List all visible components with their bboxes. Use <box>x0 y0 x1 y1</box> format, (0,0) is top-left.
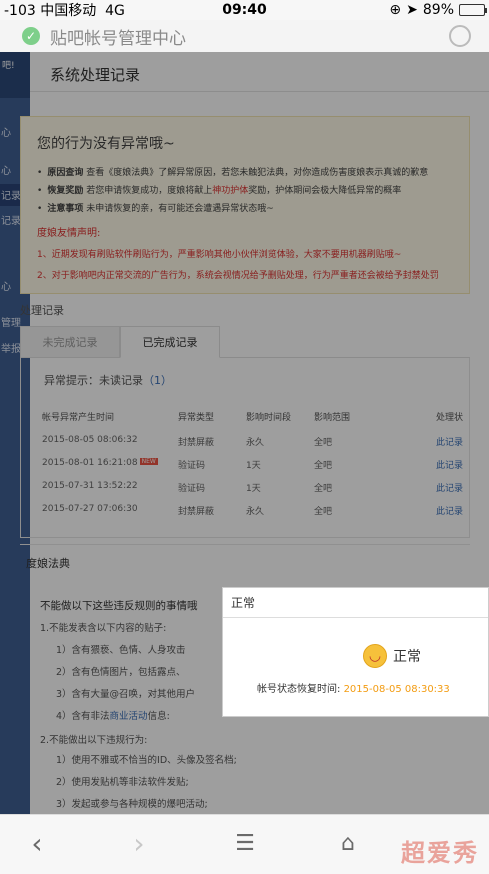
page-title: 贴吧帐号管理中心 <box>50 28 186 49</box>
web-page: 吧! 心 心 记录 记录 心 管理 举报 系统处理记录 您的行为没有异常哦~ 原… <box>0 52 489 814</box>
network-label: 4G <box>105 3 125 19</box>
watermark: 超爱秀 <box>401 839 479 867</box>
back-icon[interactable]: ‹ <box>22 829 52 859</box>
status-bar: -103 中国移动 4G 09:40 ⊕ ➤ 89% <box>0 0 489 20</box>
restore-time: 2015-08-05 08:30:33 <box>343 684 450 695</box>
dialog-status: 正常 <box>393 649 421 665</box>
reload-icon[interactable] <box>449 25 471 47</box>
home-icon[interactable]: ⌂ <box>333 829 363 859</box>
forward-icon[interactable]: › <box>124 829 154 859</box>
browser-toolbar: ‹ › ☰ ⌂ 超爱秀 <box>0 814 489 874</box>
carrier-label: -103 中国移动 4G <box>4 3 125 19</box>
menu-icon[interactable]: ☰ <box>230 829 260 859</box>
restore-time-line: 帐号状态恢复时间: 2015-08-05 08:30:33 <box>257 684 450 695</box>
smile-face-icon: ◡ <box>363 644 387 668</box>
battery-percent: 89% <box>422 2 454 18</box>
dialog-title: 正常 <box>223 588 488 618</box>
location-icon: ➤ <box>406 2 418 18</box>
status-dialog: 正常 ◡ 正常 帐号状态恢复时间: 2015-08-05 08:30:33 <box>222 587 489 717</box>
lock-rotation-icon: ⊕ <box>389 2 402 18</box>
secure-shield-icon: ✓ <box>22 27 40 45</box>
browser-address-bar[interactable]: ✓ 贴吧帐号管理中心 <box>0 20 489 52</box>
battery-icon <box>459 4 487 16</box>
